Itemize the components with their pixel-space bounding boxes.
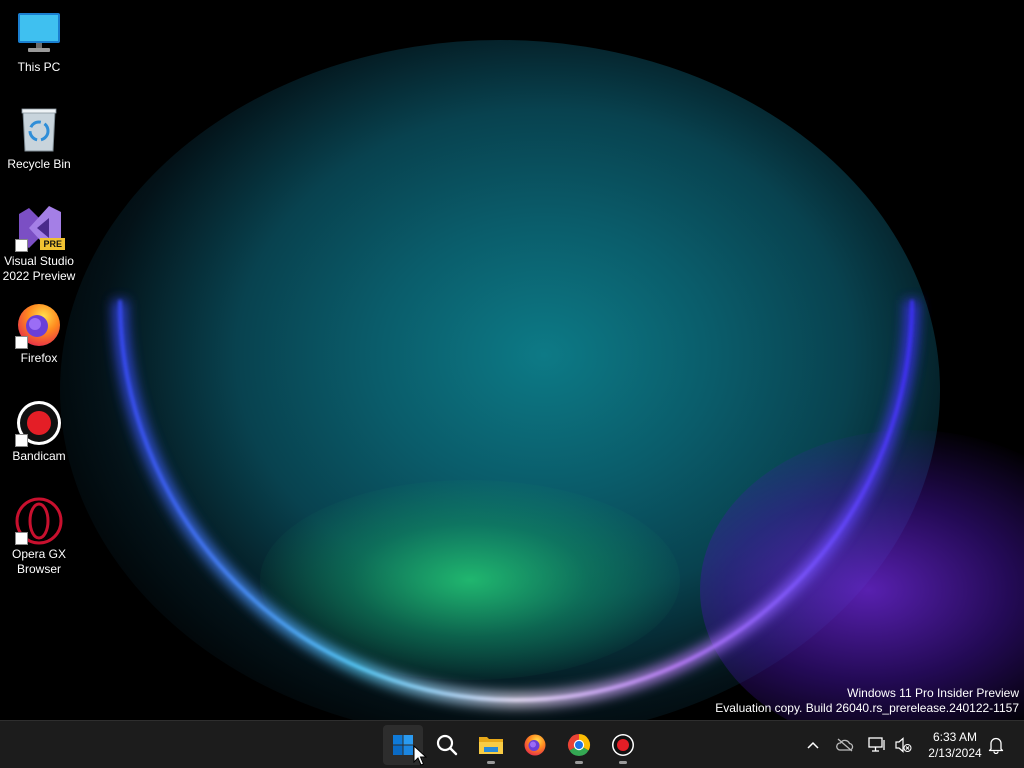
bandicam-icon (15, 399, 63, 447)
windows-start-icon (393, 735, 413, 755)
chrome-taskbar-button[interactable] (559, 725, 599, 765)
bandicam-icon (612, 734, 634, 756)
volume-button[interactable] (889, 729, 917, 761)
volume-muted-icon (895, 737, 912, 753)
folder-icon (479, 737, 503, 754)
shortcut-arrow-icon (15, 336, 28, 349)
search-icon (436, 734, 458, 756)
chrome-icon (567, 734, 591, 757)
search-button[interactable] (427, 725, 467, 765)
show-hidden-icons-button[interactable] (799, 729, 827, 761)
recycle-bin-icon (15, 107, 63, 155)
notifications-button[interactable] (982, 729, 1010, 761)
file-explorer-button[interactable] (471, 725, 511, 765)
shortcut-arrow-icon (15, 532, 28, 545)
shortcut-arrow-icon (15, 434, 28, 447)
onedrive-offline-icon (836, 738, 854, 752)
onedrive-button[interactable] (831, 729, 859, 761)
network-button[interactable] (863, 729, 891, 761)
desktop-icon-label: Firefox (20, 351, 58, 365)
firefox-taskbar-button[interactable] (515, 725, 555, 765)
monitor-icon (15, 10, 63, 58)
firefox-icon (15, 301, 63, 349)
wallpaper-glow-green (260, 480, 680, 680)
mouse-cursor-icon (413, 745, 427, 766)
bandicam-taskbar-button[interactable] (603, 725, 643, 765)
running-indicator (575, 761, 583, 764)
wallpaper-bloom-rim (113, 299, 919, 707)
desktop-icon-firefox[interactable]: Firefox (1, 301, 77, 366)
opera-gx-icon (15, 497, 63, 545)
desktop-icon-recycle-bin[interactable]: Recycle Bin (1, 107, 77, 172)
desktop-icon-label: Recycle Bin (7, 157, 71, 171)
clock-time: 6:33 AM (932, 730, 978, 744)
desktop-icon-label: Visual Studio 2022 Preview (2, 254, 76, 283)
clock-date: 2/13/2024 (928, 746, 982, 760)
shortcut-arrow-icon (15, 239, 28, 252)
desktop-icon-bandicam[interactable]: Bandicam (1, 399, 77, 464)
firefox-icon (524, 734, 546, 756)
notification-bell-icon (988, 737, 1004, 754)
watermark-build: Evaluation copy. Build 26040.rs_prerelea… (715, 701, 1019, 715)
taskbar: 6:33 AM 2/13/2024 (0, 720, 1024, 768)
watermark-edition: Windows 11 Pro Insider Preview (847, 686, 1019, 700)
desktop-icon-label: Opera GX Browser (11, 547, 67, 576)
desktop-icon-opera-gx[interactable]: Opera GX Browser (1, 497, 77, 577)
running-indicator (487, 761, 495, 764)
desktop-icon-label: Bandicam (12, 449, 66, 463)
network-icon (868, 737, 885, 752)
visual-studio-icon: PRE (15, 204, 65, 252)
desktop-icon-this-pc[interactable]: This PC (1, 10, 77, 75)
clock[interactable]: 6:33 AM 2/13/2024 (918, 729, 992, 761)
desktop-icon-label: This PC (17, 60, 61, 74)
chevron-up-icon (807, 741, 819, 749)
wallpaper-glow (60, 40, 940, 720)
wallpaper-glow-purple (700, 430, 1024, 720)
running-indicator (619, 761, 627, 764)
desktop-icon-visual-studio[interactable]: PRE Visual Studio 2022 Preview (1, 204, 77, 284)
windows-watermark: Windows 11 Pro Insider Preview Evaluatio… (715, 686, 1019, 716)
pre-badge: PRE (40, 238, 65, 250)
desktop[interactable]: This PC Recycle Bin PRE Visual Studio 20… (0, 0, 1024, 720)
